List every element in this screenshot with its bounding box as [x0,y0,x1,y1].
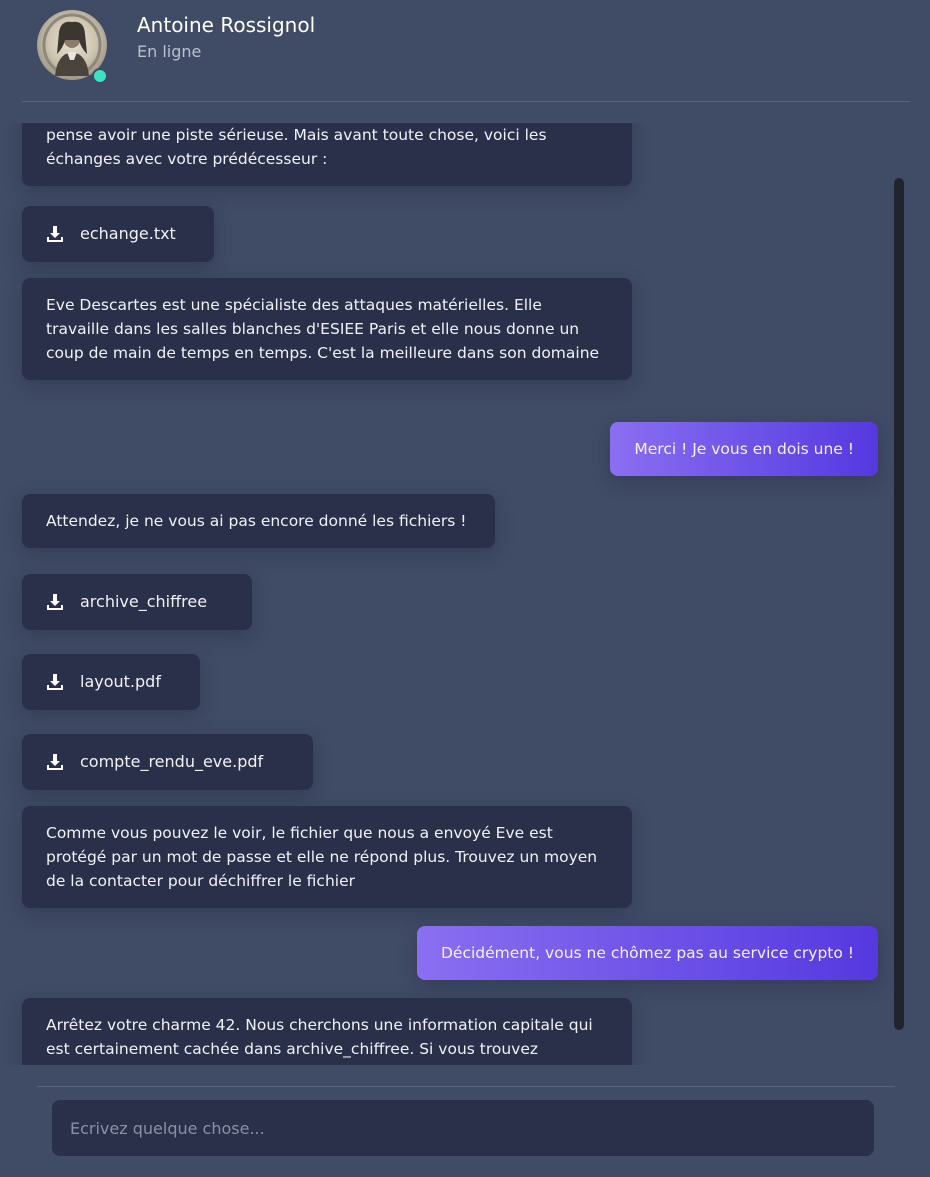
file-attachment[interactable]: layout.pdf [22,654,200,710]
file-attachment[interactable]: compte_rendu_eve.pdf [22,734,313,790]
download-icon [46,753,64,771]
message-text: pense avoir une piste sérieuse. Mais ava… [46,126,547,168]
online-status-dot [92,68,108,84]
message-bubble-received: Arrêtez votre charme 42. Nous cherchons … [22,998,632,1065]
message-input[interactable] [68,1117,858,1139]
message-text: Comme vous pouvez le voir, le fichier qu… [46,824,598,890]
message-text: Merci ! Je vous en dois une ! [634,440,854,458]
contact-status: En ligne [137,42,202,61]
file-attachment[interactable]: echange.txt [22,206,214,262]
message-bubble-sent: Décidément, vous ne chômez pas au servic… [416,926,878,980]
download-icon [46,673,64,691]
download-icon [46,225,64,243]
message-bubble-sent: Merci ! Je vous en dois une ! [610,422,878,476]
message-text: Arrêtez votre charme 42. Nous cherchons … [46,1016,593,1058]
message-list[interactable]: pense avoir une piste sérieuse. Mais ava… [0,123,930,1065]
message-bubble-received: Attendez, je ne vous ai pas encore donné… [22,494,495,548]
file-name: layout.pdf [80,672,161,691]
message-composer[interactable] [52,1100,874,1156]
file-name: compte_rendu_eve.pdf [80,752,264,771]
message-bubble-received: Comme vous pouvez le voir, le fichier qu… [22,806,632,908]
download-icon [46,593,64,611]
composer-divider [37,1086,895,1087]
file-name: echange.txt [80,224,176,243]
contact-name: Antoine Rossignol [137,13,316,37]
chat-app: Antoine Rossignol En ligne pense avoir u… [0,0,930,1177]
message-text: Décidément, vous ne chômez pas au servic… [440,944,854,962]
file-name: archive_chiffree [80,592,208,611]
message-bubble-received: pense avoir une piste sérieuse. Mais ava… [22,123,632,186]
contact-avatar[interactable] [37,10,108,84]
message-text: Eve Descartes est une spécialiste des at… [46,296,600,362]
chat-header: Antoine Rossignol En ligne [22,0,910,102]
file-attachment[interactable]: archive_chiffree [22,574,252,630]
message-text: Attendez, je ne vous ai pas encore donné… [46,512,467,530]
message-bubble-received: Eve Descartes est une spécialiste des at… [22,278,632,380]
message-scrollbar[interactable] [894,178,904,1030]
